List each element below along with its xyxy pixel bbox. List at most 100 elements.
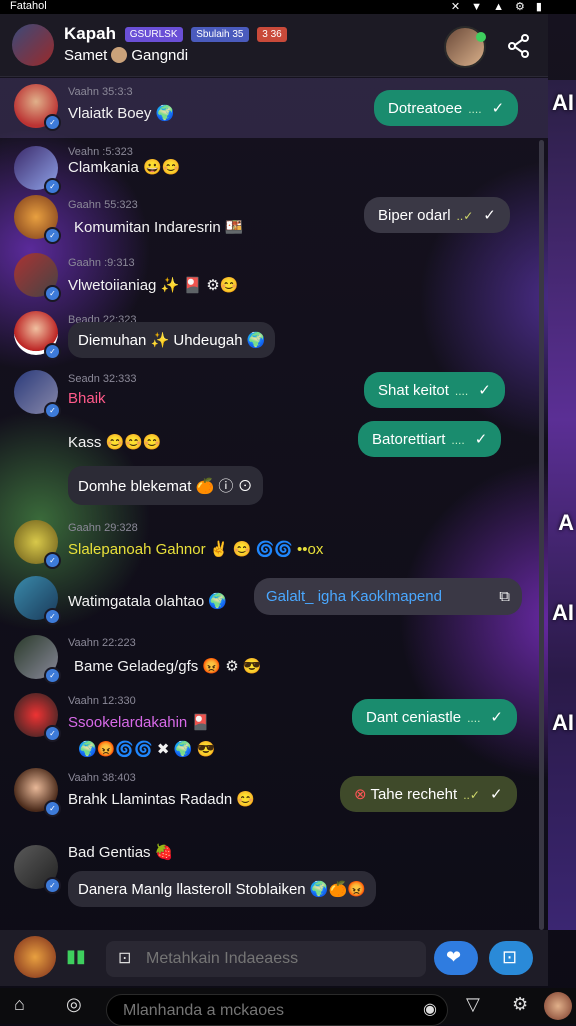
list-item[interactable]: ✓ Beadn 22:323 Diemuhan ✨ Uhdeugah 🌍: [0, 311, 548, 367]
reply-bubble[interactable]: ⊗ Tahe recheht ..✓ ✓: [340, 776, 517, 812]
message-sender: Ssookelardakahin 🎴: [68, 714, 211, 731]
reply-bubble[interactable]: Biper odarl ..✓ ✓: [364, 197, 510, 233]
reply-text: Galalt_ igha Kaoklmapend: [266, 588, 442, 605]
check-icon: ✓: [474, 431, 488, 448]
settings-icon[interactable]: ◎: [66, 994, 82, 1015]
message-time: Gaahn 55:323: [68, 199, 138, 211]
chat-subtitle: Samet Gangndi: [64, 47, 188, 64]
verified-icon: ✓: [44, 552, 61, 569]
bottom-search-input[interactable]: [121, 1001, 405, 1021]
sticker-icon[interactable]: ▮▮: [66, 946, 86, 967]
message-text: Diemuhan ✨ Uhdeugah 🌍: [78, 332, 266, 349]
send-button[interactable]: ⊡: [489, 941, 533, 975]
verified-icon: ✓: [44, 877, 61, 894]
message-input[interactable]: ⊡: [106, 941, 426, 977]
list-item[interactable]: ✓ Seadn 32:333 Bhaik Shat keitot.... ✓: [0, 368, 548, 423]
message-bubble[interactable]: Danera Manlg llasteroll Stoblaiken 🌍🍊😡: [68, 871, 376, 907]
message-time: Vaahn 12:330: [68, 695, 136, 707]
reply-bubble[interactable]: Shat keitot.... ✓: [364, 372, 505, 408]
reply-card[interactable]: Galalt_ igha Kaoklmapend ⧉: [254, 578, 522, 615]
list-item[interactable]: Kass 😊😊😊 Batorettiart.... ✓: [0, 421, 548, 468]
list-item[interactable]: Domhe blekemat 🍊 ⓘ ⊙: [0, 466, 548, 516]
message-time: Gaahn 29:328: [68, 522, 138, 534]
verified-icon: ✓: [44, 343, 61, 360]
edit-icon: ⊡: [118, 950, 132, 967]
list-item[interactable]: 🌍😡🌀🌀 ✖ 🌍 😎: [0, 738, 548, 768]
message-time: Gaahn :9:313: [68, 257, 135, 269]
verified-icon: ✓: [44, 114, 61, 131]
group-avatar[interactable]: [12, 24, 54, 66]
message-sender: Vlwetoiianiag ✨ 🎴 ⚙😊: [68, 277, 239, 294]
list-item[interactable]: ✓ Veahn :5:323 Clamkania 😀😊: [0, 140, 548, 195]
header-badge: GSURLSK: [124, 27, 183, 42]
message-sender: Bhaik: [68, 390, 106, 407]
message-bubble[interactable]: Domhe blekemat 🍊 ⓘ ⊙: [68, 466, 263, 505]
game-icon[interactable]: ⚙: [512, 994, 528, 1015]
verified-icon: ✓: [44, 667, 61, 684]
list-item[interactable]: ✓ Vaahn 38:403 Brahk Llamintas Radadn 😊 …: [0, 768, 548, 820]
check-icon: ✓: [491, 100, 505, 117]
header-badge: Sbulaih 35: [191, 27, 249, 42]
profile-avatar-small[interactable]: [544, 992, 572, 1020]
message-text: Domhe blekemat 🍊 ⓘ ⊙: [78, 478, 253, 495]
message-feed[interactable]: ✓ Vaahn 35:3:3 Vlaiatk Boey 🌍 Dotreatoee…: [0, 78, 548, 930]
send-icon: ⊡: [502, 947, 518, 967]
emoji-reactions: 🌍😡🌀🌀 ✖ 🌍 😎: [78, 741, 216, 758]
chat-title-text: Kapah: [64, 24, 116, 43]
message-sender: Komumitan Indaresrin 🍱: [74, 219, 244, 236]
voice-button[interactable]: ❤: [434, 941, 478, 975]
message-sender: Clamkania 😀😊: [68, 159, 181, 176]
status-title: Fatahol: [10, 0, 47, 12]
list-item[interactable]: ✓ Gaahn 29:328 Slalepanoah Gahnor ✌ 😊 🌀🌀…: [0, 518, 548, 578]
check-icon: ✓: [490, 709, 503, 726]
status-bar: Fatahol ✕ ▼ ▲ ⚙ ▮: [0, 0, 576, 14]
list-item[interactable]: ✓ Gaahn 55:323 Komumitan Indaresrin 🍱 Bi…: [0, 195, 548, 253]
message-time: Vaahn 22:223: [68, 637, 136, 649]
reply-bubble[interactable]: Dotreatoee.... ✓: [374, 90, 519, 126]
check-icon: ✓: [483, 207, 496, 224]
share-icon[interactable]: [508, 34, 530, 64]
reply-text: Tahe recheht: [370, 786, 458, 803]
message-sender: Bame Geladeg/gfs 😡 ⚙ 😎: [74, 658, 262, 675]
bottom-search[interactable]: ◉: [106, 994, 448, 1026]
reply-text: Dotreatoee: [388, 100, 463, 117]
list-item[interactable]: ✓ Gaahn :9:313 Vlwetoiianiag ✨ 🎴 ⚙😊: [0, 253, 548, 311]
copy-icon[interactable]: ⧉: [499, 588, 510, 605]
verified-icon: ✓: [44, 800, 61, 817]
message-sender: Kass 😊😊😊: [68, 434, 162, 451]
my-avatar[interactable]: [14, 936, 56, 978]
verified-icon: ✓: [44, 402, 61, 419]
verified-icon: ✓: [44, 285, 61, 302]
message-sender: Slalepanoah Gahnor ✌ 😊 🌀🌀 ••ox: [68, 541, 324, 558]
reply-bubble[interactable]: Batorettiart.... ✓: [358, 421, 502, 457]
mini-avatar: [111, 47, 128, 63]
list-item[interactable]: ✓ Vaahn 22:223 Bame Geladeg/gfs 😡 ⚙ 😎: [0, 635, 548, 687]
check-icon: ✓: [478, 382, 491, 399]
reply-text: Batorettiart: [372, 431, 446, 448]
list-item[interactable]: ✓ Watimgatala olahtao 🌍 Galalt_ igha Kao…: [0, 576, 548, 628]
message-time: Vaahn 38:403: [68, 772, 136, 784]
camera-icon[interactable]: ⌂: [14, 994, 25, 1015]
reply-bubble[interactable]: Dant ceniastle.... ✓: [352, 699, 517, 735]
check-icon: ✓: [489, 786, 503, 803]
verified-icon: ✓: [44, 227, 61, 244]
message-time: Seadn 32:333: [68, 373, 137, 385]
subtitle-prefix: Samet: [64, 47, 108, 64]
bubble-icon: ❤: [446, 947, 462, 967]
verified-icon: ✓: [44, 608, 61, 625]
message-time: Veahn :5:323: [68, 146, 133, 158]
verified-icon: ✓: [44, 178, 61, 195]
chat-title: Kapah GSURLSK Sbulaih 35 3 36: [64, 24, 287, 44]
background-art-right: AI A AI AI: [548, 80, 576, 930]
message-time: Vaahn 35:3:3: [68, 86, 133, 98]
reply-text: Biper odarl: [378, 207, 451, 224]
message-sender: Brahk Llamintas Radadn 😊: [68, 791, 256, 808]
message-field[interactable]: [144, 949, 388, 969]
message-bubble[interactable]: Diemuhan ✨ Uhdeugah 🌍: [68, 322, 276, 358]
media-icon[interactable]: ▽: [466, 994, 480, 1015]
mic-icon[interactable]: ◉: [423, 999, 437, 1019]
list-item[interactable]: ✓ Vaahn 35:3:3 Vlaiatk Boey 🌍 Dotreatoee…: [0, 78, 548, 138]
error-icon: ⊗: [354, 786, 371, 803]
list-item[interactable]: ✓ Bad Gentias 🍓 Danera Manlg llasteroll …: [0, 833, 548, 933]
scrollbar[interactable]: [539, 140, 544, 930]
